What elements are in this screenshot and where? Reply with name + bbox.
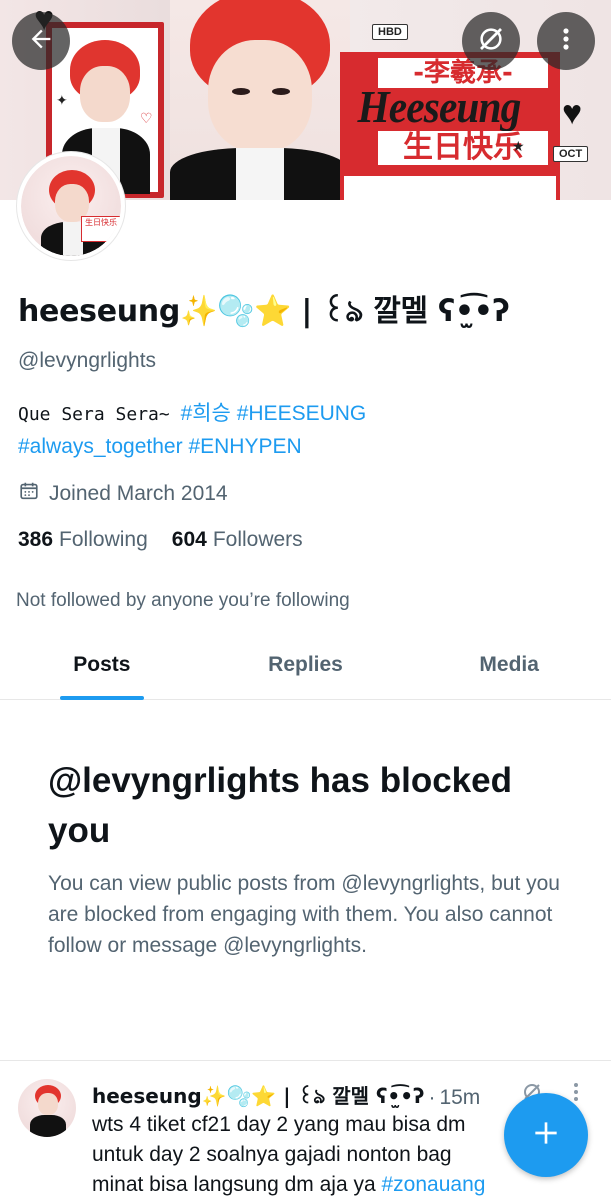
tab-posts[interactable]: Posts (0, 636, 204, 700)
blocked-title: @levyngrlights has blocked you (48, 761, 512, 850)
heart-icon: ♥ (562, 94, 583, 132)
compose-plus-icon (530, 1117, 562, 1154)
bio-hashtags-line2[interactable]: #always_together #ENHYPEN (18, 435, 302, 458)
not-followed-notice: Not followed by anyone you’re following (16, 590, 350, 611)
back-button[interactable] (12, 12, 70, 70)
heart-outline-icon: ♡ (140, 110, 153, 126)
active-tab-indicator (59, 696, 144, 700)
banner-photo-center (170, 0, 350, 200)
sparkle-icon: ★ (512, 138, 525, 154)
profile-bio: Que Sera Sera~ #희승 #HEESEUNG #always_tog… (18, 398, 578, 463)
profile-handle: @levyngrlights (18, 349, 157, 372)
tweet-hashtag[interactable]: #zonauang (382, 1173, 486, 1196)
tweet-time: 15m (439, 1085, 481, 1109)
calendar-icon (18, 480, 40, 508)
divider (0, 1060, 611, 1061)
display-name: heeseung✨🫧⭐ | ꒰ঌ 깔멜 ʕ•̫͡•ʔ (18, 294, 510, 329)
banner-english-name: Heeseung (357, 81, 521, 132)
bio-hashtags-line1[interactable]: #희승 #HEESEUNG (181, 402, 367, 425)
tweet-separator: · (428, 1085, 436, 1109)
banner-tag-oct: OCT (553, 146, 589, 162)
follow-counts: 386 Following 604 Followers (18, 528, 303, 552)
avatar-badge: 生日快乐 (81, 216, 121, 242)
followers-link[interactable]: 604 Followers (172, 528, 303, 552)
joined-date: Joined March 2014 (18, 480, 228, 508)
banner-white-card (344, 176, 556, 200)
grok-button[interactable] (462, 12, 520, 70)
joined-text: Joined March 2014 (49, 482, 228, 505)
following-link[interactable]: 386 Following (18, 528, 148, 552)
back-arrow-icon (27, 25, 55, 58)
blocked-description: You can view public posts from @levyngrl… (48, 872, 560, 957)
more-options-button[interactable] (537, 12, 595, 70)
profile-tabs: Posts Replies Media (0, 636, 611, 700)
bio-text: Que Sera Sera~ (18, 404, 181, 425)
sparkle-icon: ✦ (56, 92, 68, 108)
tweet-avatar[interactable] (18, 1079, 76, 1137)
profile-avatar[interactable]: 生日快乐 (17, 152, 125, 260)
more-vertical-icon (554, 25, 578, 58)
tab-replies[interactable]: Replies (204, 636, 408, 699)
grok-icon (476, 24, 506, 59)
tab-media[interactable]: Media (407, 636, 611, 699)
banner-tag-hbd: HBD (372, 24, 408, 40)
compose-button[interactable] (504, 1093, 588, 1177)
